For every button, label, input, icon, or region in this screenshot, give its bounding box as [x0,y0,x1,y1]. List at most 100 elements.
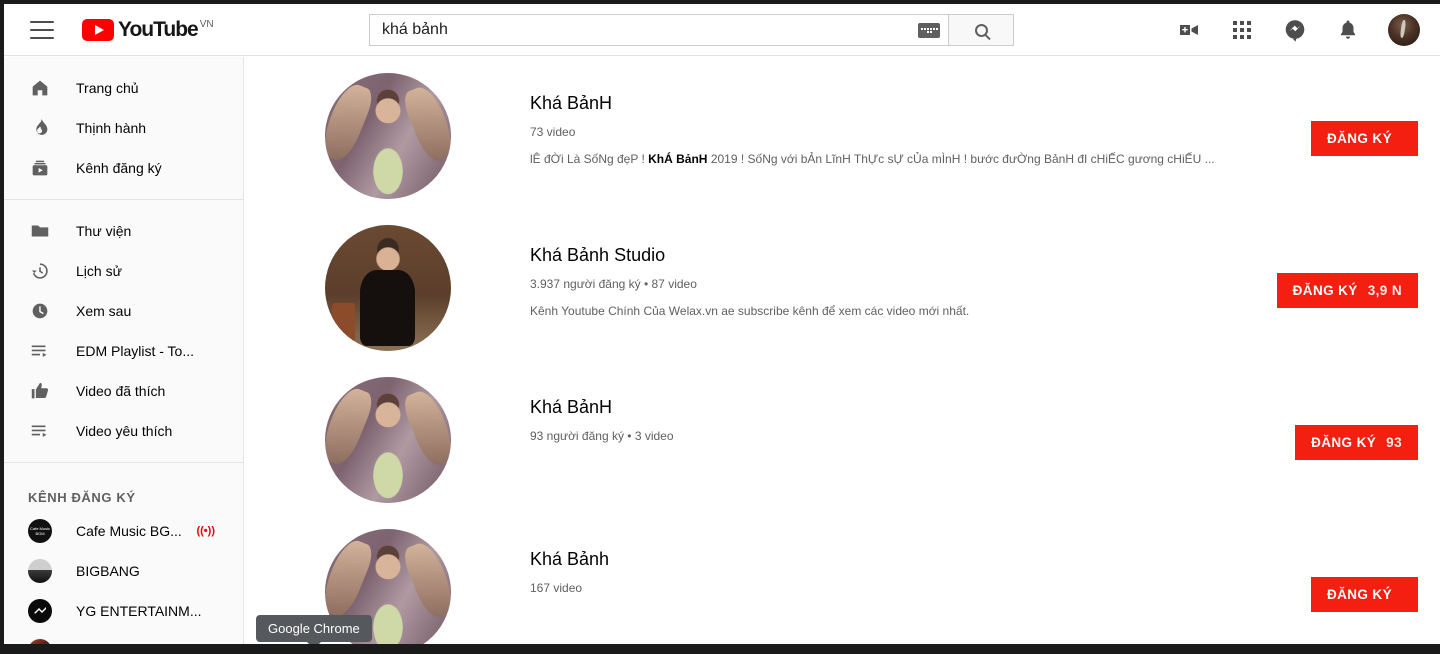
sidebar-item-label: EDM Playlist - To... [76,343,194,359]
search-result-row: Khá Bảnh Studio 3.937 người đăng ký • 87… [245,209,1440,361]
result-info: Khá BảnH 93 người đăng ký • 3 video [530,373,1250,454]
subscriptions-icon [28,156,52,180]
result-channel-title[interactable]: Khá Bảnh [530,547,609,571]
thumbs-up-icon [28,379,52,403]
playlist-icon [28,419,52,443]
channel-avatar-image[interactable] [324,73,451,199]
play-triangle-icon [82,18,114,41]
trending-flame-icon [28,116,52,140]
search-result-row: Khá Bảnh 167 video ĐĂNG KÝ [245,513,1440,654]
sidebar-item-subscriptions[interactable]: Kênh đăng ký [4,148,243,188]
sidebar-item-liked-videos[interactable]: Video đã thích [4,371,243,411]
result-description: Kênh Youtube Chính Của Welax.vn ae subsc… [530,302,1250,320]
watch-later-clock-icon [28,299,52,323]
result-info: Khá BảnH 73 video lÊ đỜi Là SốNg đẹP ! K… [530,69,1250,168]
search-input[interactable] [382,21,918,39]
search-result-row: Khá BảnH 93 người đăng ký • 3 video ĐĂNG… [245,361,1440,513]
sidebar-channel-label: YG ENTERTAINM... [76,603,202,619]
sidebar-channel-label: BIGBANG [76,563,140,579]
sidebar-item-label: Lịch sử [76,263,122,279]
channel-avatar [28,599,52,623]
result-meta: 3.937 người đăng ký • 87 video [530,277,697,291]
playlist-icon [28,339,52,363]
channel-avatar-image[interactable] [324,377,451,503]
result-action-cell: ĐĂNG KÝ [1250,69,1440,156]
apps-grid-icon[interactable] [1229,17,1255,43]
subscribe-label: ĐĂNG KÝ [1292,283,1358,298]
desc-post: 2019 ! SốNg với bẢn LĩnH ThỰc sỰ cỦa mÌn… [707,152,1215,166]
os-taskbar [0,644,1440,654]
sidebar-channel-yg-entertainment[interactable]: YG ENTERTAINM... [4,591,243,631]
result-action-cell: ĐĂNG KÝ [1250,525,1440,612]
sidebar-item-edm-playlist[interactable]: EDM Playlist - To... [4,331,243,371]
sidebar-item-library[interactable]: Thư viện [4,211,243,251]
sidebar-item-label: Video yêu thích [76,423,173,439]
subscribe-label: ĐĂNG KÝ [1326,131,1392,146]
logo-wordmark: YouTube [118,17,199,41]
create-video-icon[interactable] [1176,17,1202,43]
result-thumbnail-cell [245,69,530,199]
avatar[interactable] [1388,14,1420,46]
top-header-bar: YouTube VN [4,4,1440,56]
notifications-bell-icon[interactable] [1335,17,1361,43]
subscribe-button[interactable]: ĐĂNG KÝ 93 [1295,425,1418,460]
desc-pre: lÊ đỜi Là SốNg đẹP ! [530,152,649,166]
result-thumbnail-cell [245,221,530,351]
subscribe-button[interactable]: ĐĂNG KÝ [1310,121,1418,156]
library-folder-icon [28,219,52,243]
logo-country-code: VN [199,18,214,30]
result-channel-title[interactable]: Khá Bảnh Studio [530,243,665,267]
result-channel-title[interactable]: Khá BảnH [530,395,612,419]
sidebar-item-label: Thư viện [76,223,132,239]
result-meta: 73 video [530,125,576,139]
search-box[interactable] [369,14,949,46]
search-button[interactable] [949,14,1014,46]
result-info: Khá Bảnh Studio 3.937 người đăng ký • 87… [530,221,1250,320]
subscribe-label: ĐĂNG KÝ [1311,435,1377,450]
sidebar-section-primary: Trang chủ Thịnh hành Kênh đăng ký [4,57,243,200]
result-channel-title[interactable]: Khá BảnH [530,91,612,115]
search-results-list: Khá BảnH 73 video lÊ đỜi Là SốNg đẹP ! K… [245,57,1440,654]
sidebar-channel-cafe-music[interactable]: Cafe Music BGM Cafe Music BG... ((•)) [4,511,243,551]
sidebar-item-watch-later[interactable]: Xem sau [4,291,243,331]
result-thumbnail-cell [245,373,530,503]
sidebar-item-trending[interactable]: Thịnh hành [4,108,243,148]
channel-avatar-image[interactable] [324,225,451,351]
home-icon [28,76,52,100]
hamburger-menu-icon[interactable] [30,20,54,39]
subscribe-label: ĐĂNG KÝ [1326,587,1392,602]
subscribe-button[interactable]: ĐĂNG KÝ 3,9 N [1276,273,1418,308]
sidebar-item-label: Video đã thích [76,383,166,399]
channel-avatar: Cafe Music BGM [28,519,52,543]
search-area [369,14,1014,46]
sidebar-item-label: Thịnh hành [76,120,147,136]
sidebar-section-library: Thư viện Lịch sử Xem sau EDM Playlist - … [4,200,243,463]
sidebar-channel-label: Cafe Music BG... [76,523,182,539]
youtube-logo[interactable]: YouTube VN [82,17,214,41]
live-broadcast-icon: ((•)) [196,525,215,537]
sidebar-item-label: Kênh đăng ký [76,160,162,176]
messages-icon[interactable] [1282,17,1308,43]
subscriber-count: 93 [1386,435,1402,450]
desc-pre: Kênh Youtube Chính Của Welax.vn ae subsc… [530,304,970,318]
keyboard-icon[interactable] [918,22,940,38]
sidebar-item-favorite-videos[interactable]: Video yêu thích [4,411,243,451]
result-action-cell: ĐĂNG KÝ 3,9 N [1250,221,1440,308]
sidebar-section-subscriptions: KÊNH ĐĂNG KÝ Cafe Music BGM Cafe Music B… [4,463,243,654]
sidebar-item-label: Xem sau [76,303,132,319]
result-description: lÊ đỜi Là SốNg đẹP ! KhÁ BảnH 2019 ! SốN… [530,150,1250,168]
sidebar-channel-bigbang[interactable]: BIGBANG [4,551,243,591]
subscriber-count: 3,9 N [1367,283,1402,298]
history-clock-icon [28,259,52,283]
sidebar-item-home[interactable]: Trang chủ [4,68,243,108]
result-meta: 93 người đăng ký • 3 video [530,429,674,443]
result-info: Khá Bảnh 167 video [530,525,1250,606]
result-action-cell: ĐĂNG KÝ 93 [1250,373,1440,460]
sidebar-subscriptions-header: KÊNH ĐĂNG KÝ [28,490,136,505]
subscribe-button[interactable]: ĐĂNG KÝ [1310,577,1418,612]
desc-highlight: KhÁ BảnH [648,152,708,166]
channel-avatar [28,559,52,583]
sidebar-item-label: Trang chủ [76,80,139,96]
taskbar-tooltip: Google Chrome [256,615,372,642]
sidebar-item-history[interactable]: Lịch sử [4,251,243,291]
